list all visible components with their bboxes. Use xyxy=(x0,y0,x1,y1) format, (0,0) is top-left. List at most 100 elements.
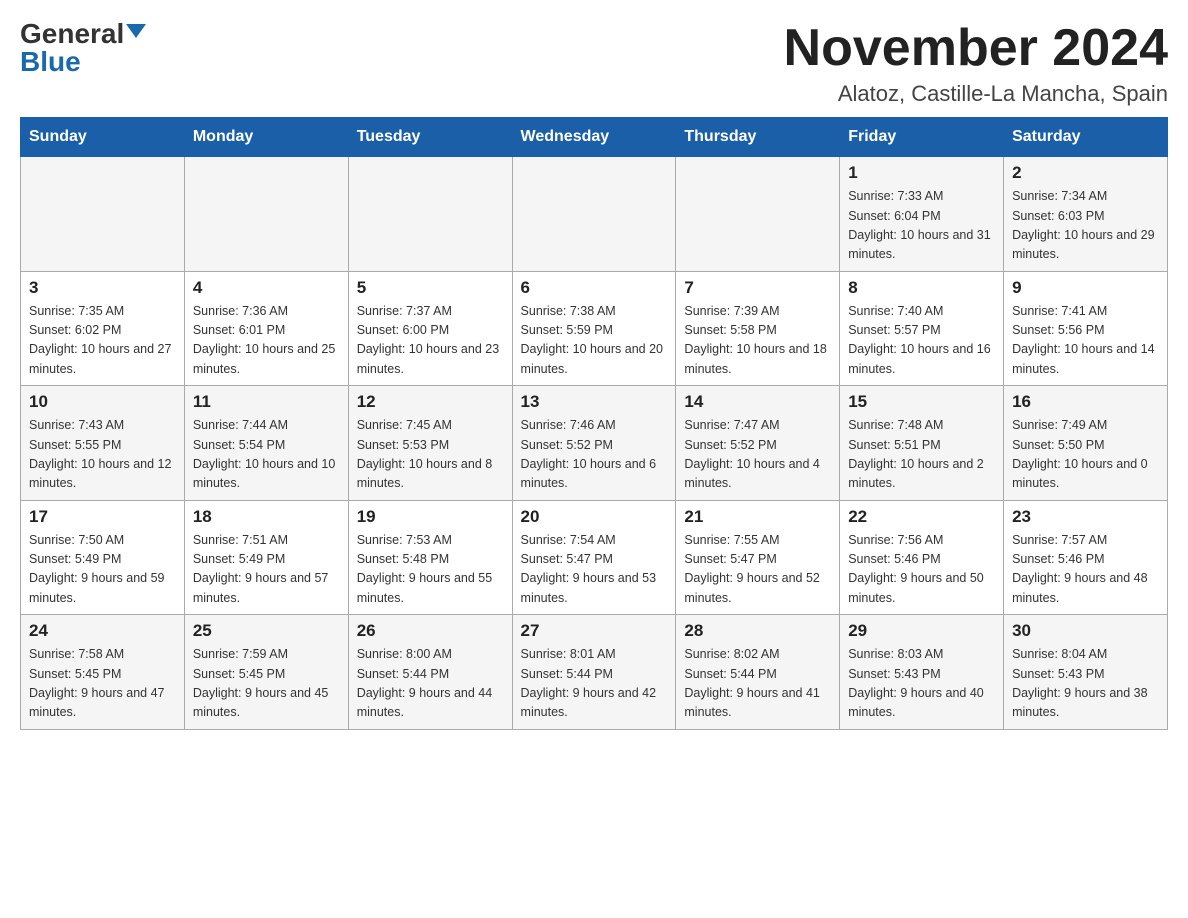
column-header-friday: Friday xyxy=(840,118,1004,157)
day-info: Sunrise: 7:54 AMSunset: 5:47 PMDaylight:… xyxy=(521,531,668,609)
day-number: 20 xyxy=(521,507,668,527)
day-info: Sunrise: 7:45 AMSunset: 5:53 PMDaylight:… xyxy=(357,416,504,494)
day-number: 3 xyxy=(29,278,176,298)
day-number: 17 xyxy=(29,507,176,527)
calendar-cell: 25 Sunrise: 7:59 AMSunset: 5:45 PMDayligh… xyxy=(184,615,348,730)
day-number: 23 xyxy=(1012,507,1159,527)
calendar-cell: 14 Sunrise: 7:47 AMSunset: 5:52 PMDayligh… xyxy=(676,386,840,501)
day-number: 21 xyxy=(684,507,831,527)
logo-blue-text: Blue xyxy=(20,48,81,76)
calendar-cell: 24Sunrise: 7:58 AMSunset: 5:45 PMDayligh… xyxy=(21,615,185,730)
day-info: Sunrise: 7:57 AMSunset: 5:46 PMDaylight:… xyxy=(1012,531,1159,609)
calendar-cell: 4 Sunrise: 7:36 AMSunset: 6:01 PMDaylight… xyxy=(184,271,348,386)
calendar-cell xyxy=(676,157,840,272)
calendar-cell: 26 Sunrise: 8:00 AMSunset: 5:44 PMDayligh… xyxy=(348,615,512,730)
calendar-week-row: 3 Sunrise: 7:35 AMSunset: 6:02 PMDaylight… xyxy=(21,271,1168,386)
day-info: Sunrise: 8:04 AMSunset: 5:43 PMDaylight:… xyxy=(1012,645,1159,723)
day-number: 19 xyxy=(357,507,504,527)
calendar-cell: 6 Sunrise: 7:38 AMSunset: 5:59 PMDaylight… xyxy=(512,271,676,386)
calendar-cell: 8 Sunrise: 7:40 AMSunset: 5:57 PMDaylight… xyxy=(840,271,1004,386)
calendar-cell: 18 Sunrise: 7:51 AMSunset: 5:49 PMDayligh… xyxy=(184,500,348,615)
calendar-cell: 20 Sunrise: 7:54 AMSunset: 5:47 PMDayligh… xyxy=(512,500,676,615)
calendar-cell: 30 Sunrise: 8:04 AMSunset: 5:43 PMDayligh… xyxy=(1004,615,1168,730)
calendar-cell: 7Sunrise: 7:39 AMSunset: 5:58 PMDaylight… xyxy=(676,271,840,386)
title-block: November 2024 Alatoz, Castille-La Mancha… xyxy=(784,20,1168,107)
day-info: Sunrise: 8:03 AMSunset: 5:43 PMDaylight:… xyxy=(848,645,995,723)
day-info: Sunrise: 7:38 AMSunset: 5:59 PMDaylight:… xyxy=(521,302,668,380)
calendar-cell: 11 Sunrise: 7:44 AMSunset: 5:54 PMDayligh… xyxy=(184,386,348,501)
day-info: Sunrise: 7:59 AMSunset: 5:45 PMDaylight:… xyxy=(193,645,340,723)
day-number: 5 xyxy=(357,278,504,298)
day-info: Sunrise: 7:33 AMSunset: 6:04 PMDaylight:… xyxy=(848,187,995,265)
calendar-week-row: 24Sunrise: 7:58 AMSunset: 5:45 PMDayligh… xyxy=(21,615,1168,730)
day-info: Sunrise: 7:41 AMSunset: 5:56 PMDaylight:… xyxy=(1012,302,1159,380)
day-info: Sunrise: 7:56 AMSunset: 5:46 PMDaylight:… xyxy=(848,531,995,609)
day-number: 18 xyxy=(193,507,340,527)
column-header-tuesday: Tuesday xyxy=(348,118,512,157)
day-number: 8 xyxy=(848,278,995,298)
day-number: 9 xyxy=(1012,278,1159,298)
day-number: 13 xyxy=(521,392,668,412)
calendar-cell: 2 Sunrise: 7:34 AMSunset: 6:03 PMDaylight… xyxy=(1004,157,1168,272)
day-number: 2 xyxy=(1012,163,1159,183)
calendar-cell: 1Sunrise: 7:33 AMSunset: 6:04 PMDaylight… xyxy=(840,157,1004,272)
day-info: Sunrise: 7:40 AMSunset: 5:57 PMDaylight:… xyxy=(848,302,995,380)
page-header: General Blue November 2024 Alatoz, Casti… xyxy=(20,20,1168,107)
day-info: Sunrise: 7:43 AMSunset: 5:55 PMDaylight:… xyxy=(29,416,176,494)
calendar-cell: 27 Sunrise: 8:01 AMSunset: 5:44 PMDayligh… xyxy=(512,615,676,730)
day-info: Sunrise: 7:48 AMSunset: 5:51 PMDaylight:… xyxy=(848,416,995,494)
day-number: 25 xyxy=(193,621,340,641)
day-number: 10 xyxy=(29,392,176,412)
day-number: 30 xyxy=(1012,621,1159,641)
day-number: 4 xyxy=(193,278,340,298)
calendar-table: SundayMondayTuesdayWednesdayThursdayFrid… xyxy=(20,117,1168,730)
month-year-title: November 2024 xyxy=(784,20,1168,77)
logo-triangle-icon xyxy=(126,24,146,38)
day-number: 24 xyxy=(29,621,176,641)
day-info: Sunrise: 7:47 AMSunset: 5:52 PMDaylight:… xyxy=(684,416,831,494)
day-info: Sunrise: 8:01 AMSunset: 5:44 PMDaylight:… xyxy=(521,645,668,723)
calendar-cell: 19Sunrise: 7:53 AMSunset: 5:48 PMDayligh… xyxy=(348,500,512,615)
calendar-cell xyxy=(348,157,512,272)
day-info: Sunrise: 7:34 AMSunset: 6:03 PMDaylight:… xyxy=(1012,187,1159,265)
calendar-cell: 15 Sunrise: 7:48 AMSunset: 5:51 PMDayligh… xyxy=(840,386,1004,501)
calendar-cell: 28Sunrise: 8:02 AMSunset: 5:44 PMDayligh… xyxy=(676,615,840,730)
calendar-cell: 22 Sunrise: 7:56 AMSunset: 5:46 PMDayligh… xyxy=(840,500,1004,615)
day-number: 6 xyxy=(521,278,668,298)
day-number: 11 xyxy=(193,392,340,412)
day-info: Sunrise: 7:51 AMSunset: 5:49 PMDaylight:… xyxy=(193,531,340,609)
calendar-cell: 29 Sunrise: 8:03 AMSunset: 5:43 PMDayligh… xyxy=(840,615,1004,730)
calendar-cell xyxy=(21,157,185,272)
day-info: Sunrise: 8:00 AMSunset: 5:44 PMDaylight:… xyxy=(357,645,504,723)
calendar-cell xyxy=(512,157,676,272)
calendar-cell: 10 Sunrise: 7:43 AMSunset: 5:55 PMDayligh… xyxy=(21,386,185,501)
day-number: 12 xyxy=(357,392,504,412)
column-header-saturday: Saturday xyxy=(1004,118,1168,157)
day-number: 15 xyxy=(848,392,995,412)
day-number: 29 xyxy=(848,621,995,641)
day-info: Sunrise: 7:39 AMSunset: 5:58 PMDaylight:… xyxy=(684,302,831,380)
day-number: 22 xyxy=(848,507,995,527)
day-number: 27 xyxy=(521,621,668,641)
calendar-cell: 21Sunrise: 7:55 AMSunset: 5:47 PMDayligh… xyxy=(676,500,840,615)
day-info: Sunrise: 7:36 AMSunset: 6:01 PMDaylight:… xyxy=(193,302,340,380)
logo: General Blue xyxy=(20,20,146,76)
calendar-cell: 13Sunrise: 7:46 AMSunset: 5:52 PMDayligh… xyxy=(512,386,676,501)
column-header-thursday: Thursday xyxy=(676,118,840,157)
day-info: Sunrise: 7:35 AMSunset: 6:02 PMDaylight:… xyxy=(29,302,176,380)
day-number: 26 xyxy=(357,621,504,641)
day-info: Sunrise: 7:50 AMSunset: 5:49 PMDaylight:… xyxy=(29,531,176,609)
column-header-sunday: Sunday xyxy=(21,118,185,157)
day-number: 16 xyxy=(1012,392,1159,412)
calendar-cell: 23 Sunrise: 7:57 AMSunset: 5:46 PMDayligh… xyxy=(1004,500,1168,615)
calendar-cell: 12 Sunrise: 7:45 AMSunset: 5:53 PMDayligh… xyxy=(348,386,512,501)
day-info: Sunrise: 7:37 AMSunset: 6:00 PMDaylight:… xyxy=(357,302,504,380)
column-header-wednesday: Wednesday xyxy=(512,118,676,157)
calendar-cell: 17 Sunrise: 7:50 AMSunset: 5:49 PMDayligh… xyxy=(21,500,185,615)
day-info: Sunrise: 8:02 AMSunset: 5:44 PMDaylight:… xyxy=(684,645,831,723)
column-header-monday: Monday xyxy=(184,118,348,157)
day-info: Sunrise: 7:49 AMSunset: 5:50 PMDaylight:… xyxy=(1012,416,1159,494)
day-info: Sunrise: 7:44 AMSunset: 5:54 PMDaylight:… xyxy=(193,416,340,494)
day-number: 14 xyxy=(684,392,831,412)
calendar-week-row: 10 Sunrise: 7:43 AMSunset: 5:55 PMDayligh… xyxy=(21,386,1168,501)
